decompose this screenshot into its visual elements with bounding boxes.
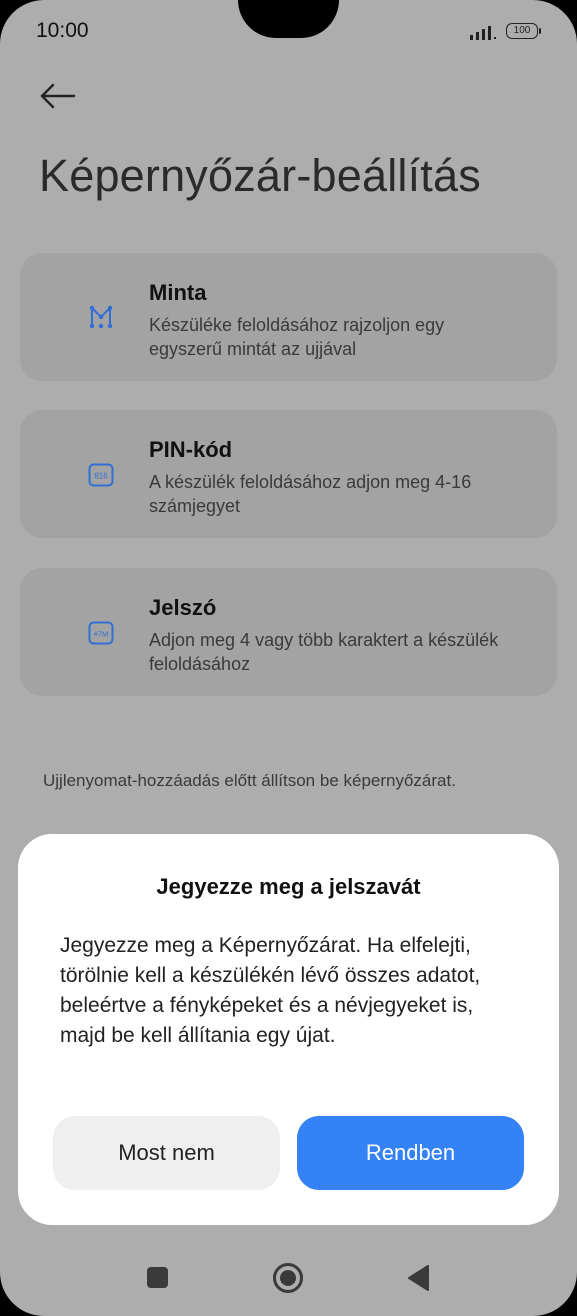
pattern-icon	[89, 305, 113, 329]
not-now-button[interactable]: Most nem	[53, 1116, 280, 1190]
option-password[interactable]: #7M Jelszó Adjon meg 4 vagy több karakte…	[20, 568, 557, 696]
dialog-title: Jegyezze meg a jelszavát	[156, 874, 421, 899]
back-triangle-icon[interactable]	[406, 1264, 430, 1292]
option-description: Adjon meg 4 vagy több karaktert a készül…	[149, 630, 499, 674]
back-arrow-icon[interactable]	[38, 78, 78, 114]
option-pin[interactable]: 816 PIN-kód A készülék feloldásához adjo…	[20, 410, 557, 538]
status-time: 10:00	[36, 19, 89, 42]
ok-button[interactable]: Rendben	[297, 1116, 524, 1190]
battery-icon: 100	[506, 23, 541, 39]
phone-screen: 10:00 100 Képernyőzár-beállítás Minta Ké…	[0, 0, 577, 1316]
page-title: Képernyőzár-beállítás	[39, 150, 481, 201]
option-title: PIN-kód	[149, 437, 233, 462]
signal-icon	[470, 26, 496, 40]
svg-text:816: 816	[94, 472, 108, 481]
pin-icon: 816	[88, 463, 114, 487]
option-pattern[interactable]: Minta Készüléke feloldásához rajzoljon e…	[20, 253, 557, 381]
option-description: Készüléke feloldásához rajzoljon egy egy…	[149, 315, 445, 359]
option-title: Minta	[149, 280, 207, 305]
recents-icon[interactable]	[147, 1267, 168, 1288]
navigation-bar	[0, 1240, 577, 1316]
option-description: A készülék feloldásához adjon meg 4-16 s…	[149, 472, 472, 516]
remember-password-dialog: Jegyezze meg a jelszavát Jegyezze meg a …	[18, 834, 559, 1225]
home-icon[interactable]	[272, 1262, 304, 1294]
svg-text:#7M: #7M	[94, 630, 109, 639]
option-title: Jelszó	[149, 595, 217, 620]
dialog-body: Jegyezze meg a Képernyőzárat. Ha elfelej…	[60, 934, 481, 1047]
password-icon: #7M	[88, 621, 114, 645]
fingerprint-hint: Ujjlenyomat-hozzáadás előtt állítson be …	[43, 771, 456, 790]
